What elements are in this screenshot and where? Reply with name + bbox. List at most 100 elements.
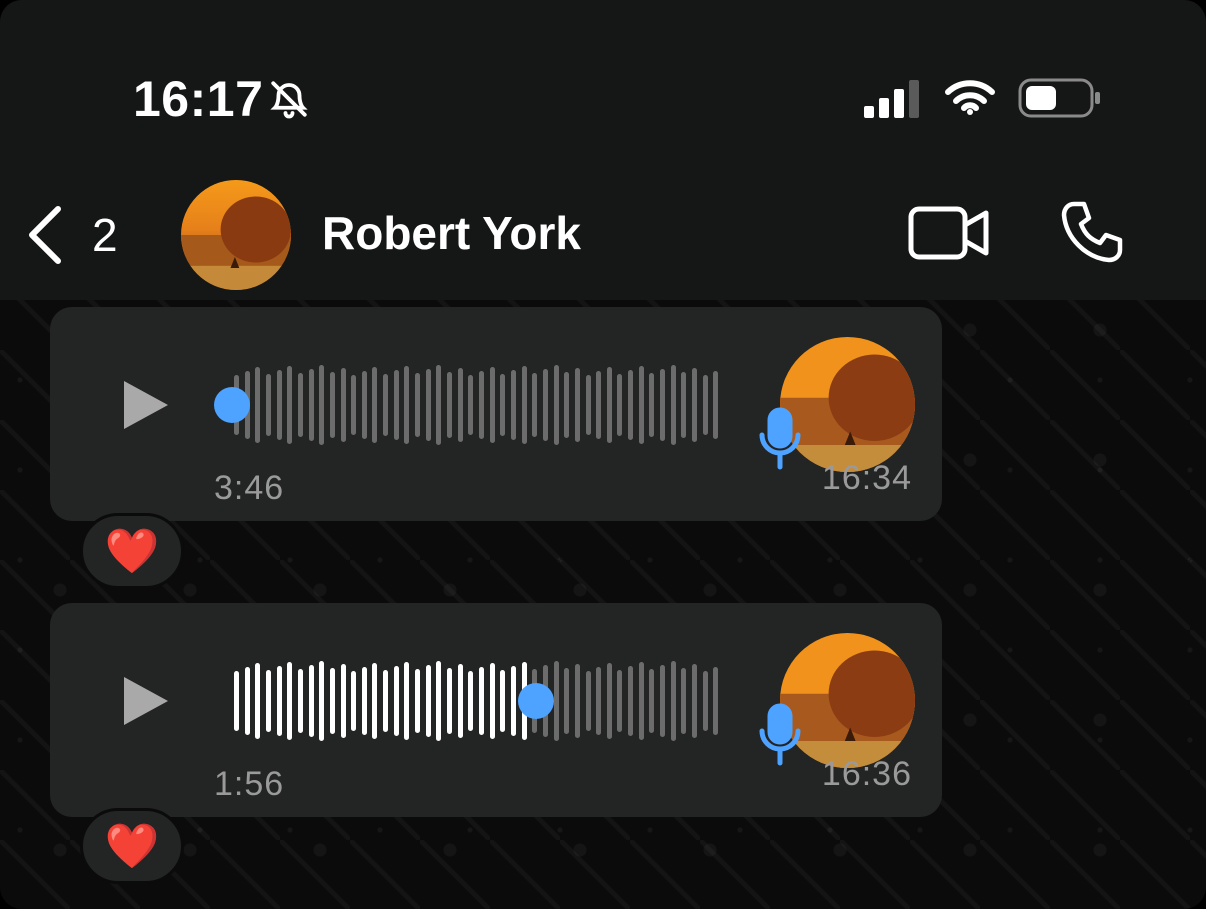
waveform-bar <box>564 668 569 734</box>
waveform-bar <box>415 669 420 733</box>
waveform-bar <box>522 366 527 444</box>
waveform-bar <box>394 666 399 736</box>
waveform-bar <box>404 662 409 740</box>
signal-icon <box>864 80 919 118</box>
waveform-bar <box>362 371 367 439</box>
waveform-bar <box>287 662 292 740</box>
microphone-icon <box>759 407 801 470</box>
waveform-bar <box>309 665 314 737</box>
waveform-bar <box>554 661 559 741</box>
waveform-bar <box>713 371 718 439</box>
waveform-bar <box>383 670 388 732</box>
waveform-bar <box>607 367 612 443</box>
waveform-bar <box>372 367 377 443</box>
voice-message-1[interactable]: 3:46 16:34 <box>50 307 942 521</box>
progress-knob[interactable] <box>518 683 554 719</box>
waveform-bar <box>351 375 356 435</box>
waveform-bar <box>394 370 399 440</box>
contact-avatar[interactable] <box>181 180 291 290</box>
chat-header: 16:17 2 Robert York <box>0 0 1206 300</box>
waveform-bar <box>639 366 644 444</box>
waveform-bar <box>309 369 314 441</box>
waveform-bar <box>617 670 622 732</box>
voice-call-icon[interactable] <box>1060 200 1124 264</box>
waveform-bar <box>479 371 484 439</box>
waveform-bar <box>660 665 665 737</box>
waveform-bar <box>277 370 282 440</box>
waveform-bar <box>596 371 601 439</box>
waveform-bar <box>639 662 644 740</box>
waveform-bar <box>266 670 271 732</box>
waveform-bar <box>586 671 591 731</box>
waveform-bar <box>692 664 697 738</box>
message-time: 16:36 <box>821 755 912 793</box>
contact-name[interactable]: Robert York <box>322 206 581 260</box>
back-chevron-icon <box>29 206 61 264</box>
waveform-bar <box>458 368 463 442</box>
battery-icon <box>1018 78 1100 118</box>
waveform-bar <box>681 668 686 734</box>
waveform-bar <box>319 365 324 445</box>
play-icon[interactable] <box>120 377 172 433</box>
progress-knob[interactable] <box>214 387 250 423</box>
waveform-bar <box>287 366 292 444</box>
waveform-bar <box>703 375 708 435</box>
waveform-bar <box>554 365 559 445</box>
waveform-bar <box>234 671 239 731</box>
reaction-badge[interactable]: ❤️ <box>80 513 184 589</box>
waveform-bar <box>511 370 516 440</box>
waveform-bar <box>447 668 452 734</box>
waveform-bar <box>628 370 633 440</box>
waveform-bar <box>330 372 335 438</box>
waveform-bar <box>298 373 303 437</box>
message-time: 16:34 <box>821 459 912 497</box>
waveform-bar <box>649 669 654 733</box>
voice-message-2[interactable]: 1:56 16:36 <box>50 603 942 817</box>
waveform-bar <box>596 667 601 735</box>
waveform-bar <box>298 669 303 733</box>
waveform-bar <box>436 661 441 741</box>
video-call-icon[interactable] <box>908 205 990 261</box>
status-time: 16:17 <box>133 71 264 127</box>
waveform-bar <box>586 375 591 435</box>
waveform-bar <box>671 661 676 741</box>
waveform-bar <box>426 665 431 737</box>
reaction-badge[interactable]: ❤️ <box>80 808 184 884</box>
voice-duration: 1:56 <box>214 765 285 803</box>
waveform-bar <box>362 667 367 735</box>
waveform-bar <box>245 667 250 735</box>
waveform-bar <box>447 372 452 438</box>
waveform-bar <box>532 373 537 437</box>
microphone-icon <box>759 703 801 766</box>
waveform-bar <box>255 663 260 739</box>
waveform-bar <box>575 368 580 442</box>
waveform-bar <box>404 366 409 444</box>
waveform-bar <box>564 372 569 438</box>
waveform-bar <box>468 671 473 731</box>
waveform-bar <box>617 374 622 436</box>
waveform-bar <box>426 369 431 441</box>
waveform-bar <box>468 375 473 435</box>
waveform-bar <box>255 367 260 443</box>
waveform-bar <box>277 666 282 736</box>
waveform[interactable] <box>214 365 718 445</box>
play-icon[interactable] <box>120 673 172 729</box>
waveform-bar <box>383 374 388 436</box>
waveform-bar <box>628 666 633 736</box>
waveform-bar <box>266 374 271 436</box>
waveform-bar <box>511 666 516 736</box>
wifi-icon <box>945 80 995 115</box>
waveform-bar <box>479 667 484 735</box>
waveform[interactable] <box>226 661 718 741</box>
waveform-bar <box>319 661 324 741</box>
waveform-bar <box>607 663 612 739</box>
waveform-bar <box>649 373 654 437</box>
waveform-bar <box>543 369 548 441</box>
waveform-bar <box>490 663 495 739</box>
waveform-bar <box>660 369 665 441</box>
back-button[interactable]: 2 <box>24 200 128 270</box>
waveform-bar <box>500 670 505 732</box>
waveform-bar <box>681 372 686 438</box>
waveform-bar <box>330 668 335 734</box>
waveform-bar <box>490 367 495 443</box>
